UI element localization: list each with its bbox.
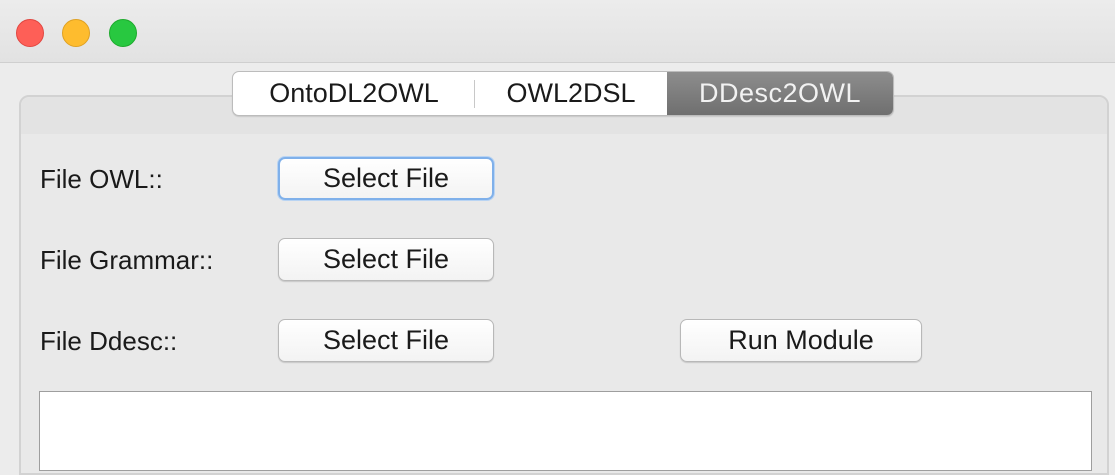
file-owl-label: File OWL:: [40, 164, 163, 194]
select-owl-file-button[interactable]: Select File [278, 157, 494, 200]
minimize-button[interactable] [62, 19, 90, 47]
tab-ontodl2owl[interactable]: OntoDL2OWL [233, 72, 475, 115]
tab-bar: OntoDL2OWL OWL2DSL DDesc2OWL [232, 71, 894, 116]
run-module-button[interactable]: Run Module [680, 319, 922, 362]
app-window: OntoDL2OWL OWL2DSL DDesc2OWL File OWL:: … [0, 0, 1115, 475]
output-text-area[interactable] [39, 391, 1092, 471]
file-grammar-label: File Grammar:: [40, 245, 214, 275]
zoom-button[interactable] [109, 19, 137, 47]
select-grammar-file-button[interactable]: Select File [278, 238, 494, 281]
tab-owl2dsl[interactable]: OWL2DSL [475, 72, 667, 115]
file-ddesc-label: File Ddesc:: [40, 326, 178, 356]
close-button[interactable] [16, 19, 44, 47]
title-bar[interactable] [0, 0, 1115, 63]
tab-ddesc2owl[interactable]: DDesc2OWL [667, 72, 893, 115]
select-ddesc-file-button[interactable]: Select File [278, 319, 494, 362]
